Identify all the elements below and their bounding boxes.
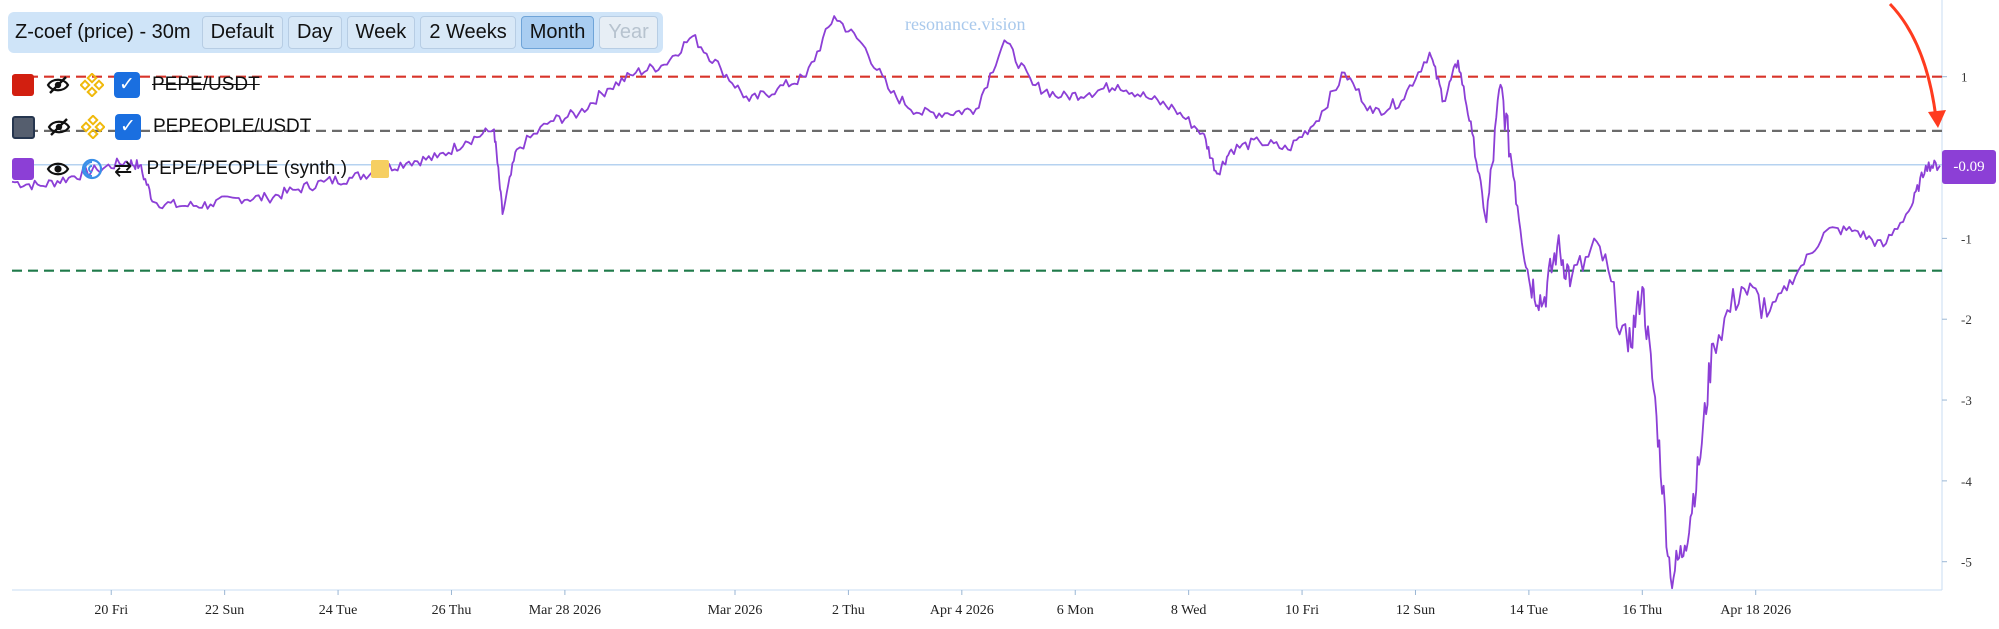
legend-row-synthetic: ⇄ PEPE/PEOPLE (synth.) [12,148,390,190]
annotation-arrowhead [1928,110,1946,128]
y-tick-label: -5 [1961,555,1972,570]
x-tick-label: 26 Thu [432,603,472,618]
binance-icon [80,73,104,97]
series-legend: ✓ PEPE/USDT ✓ PEPEOPLE/USDT ⇄ PEPE/PEOPL… [12,64,390,190]
synthetic-icon [81,158,103,180]
checkbox-icon[interactable]: ✓ [115,114,141,140]
x-tick-label: 2 Thu [832,603,865,618]
color-swatch[interactable] [12,74,34,96]
legend-row-pepe-usdt: ✓ PEPE/USDT [12,64,389,106]
y-tick-label: 1 [1961,70,1968,85]
default-button[interactable]: Default [201,16,283,49]
indicator-title: Z-coef (price) - 30m [15,21,191,43]
legend-label: PEPE/PEOPLE (synth.) [146,158,348,179]
x-tick-label: Mar 2026 [708,603,763,618]
binance-icon [81,115,105,139]
week-button[interactable]: Week [346,16,416,49]
x-tick-label: 20 Fri [94,603,128,618]
note-icon[interactable] [371,160,390,178]
x-tick-label: 22 Sun [205,603,244,618]
x-tick-label: 10 Fri [1285,603,1319,618]
eye-off-icon[interactable] [46,73,70,97]
x-tick-label: 8 Wed [1171,603,1207,618]
x-tick-label: Apr 4 2026 [930,603,994,618]
color-swatch[interactable] [12,158,34,180]
y-tick-label: -2 [1961,312,1972,327]
y-tick-label: -3 [1961,393,1972,408]
x-tick-label: 12 Sun [1396,603,1435,618]
day-button[interactable]: Day [287,16,342,49]
year-button: Year [599,16,658,49]
watermark: resonance.vision [905,14,1026,34]
checkbox-icon[interactable]: ✓ [114,72,140,98]
x-tick-label: 16 Thu [1622,603,1662,618]
eye-icon[interactable] [46,157,70,181]
eye-off-icon[interactable] [47,115,71,139]
current-value-label: -0.09 [1942,150,1996,184]
timeframe-toolbar: Z-coef (price) - 30m Default Day Week 2 … [8,12,663,53]
x-tick-label: Mar 28 2026 [529,603,601,618]
x-tick-label: 14 Tue [1510,603,1549,618]
month-button[interactable]: Month [520,16,595,49]
color-swatch[interactable] [12,115,35,139]
legend-label: PEPE/USDT [152,74,260,95]
y-tick-label: -4 [1961,474,1972,489]
legend-row-people-usdt: ✓ PEPEOPLE/USDT [12,106,389,148]
legend-label: PEPEOPLE/USDT [153,116,312,137]
annotation-arrow [1888,2,1938,119]
x-tick-label: Apr 18 2026 [1720,603,1791,618]
y-tick-label: -1 [1961,231,1972,246]
two-weeks-button[interactable]: 2 Weeks [420,16,516,49]
x-tick-label: 24 Tue [319,603,358,618]
swap-arrows-icon[interactable]: ⇄ [114,156,132,182]
x-tick-label: 6 Mon [1057,603,1094,618]
